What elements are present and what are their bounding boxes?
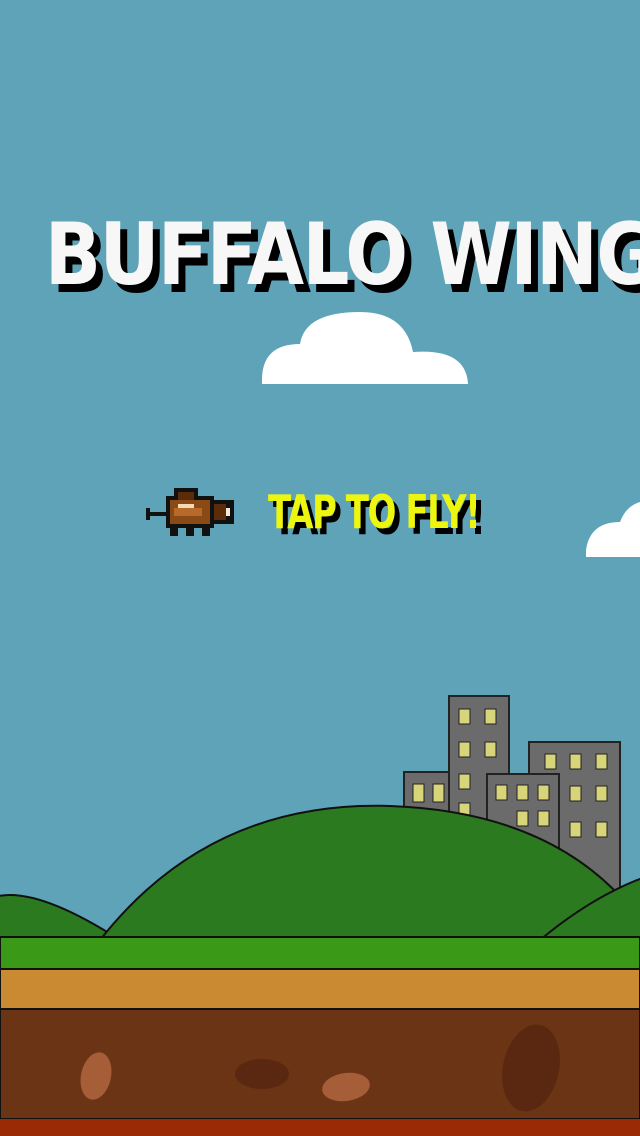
cloud-right	[586, 502, 640, 557]
tap-to-fly-prompt: TAP TO FLY! TAP TO FLY!	[268, 482, 498, 546]
game-background	[0, 312, 640, 1136]
tap-prompt-text: TAP TO FLY!	[268, 485, 481, 539]
game-screen[interactable]: BUFFALO WINGS BUFFALO WINGS TAP TO FLY! …	[0, 0, 640, 1136]
pixel-buffalo-icon[interactable]	[146, 484, 238, 540]
game-title: BUFFALO WINGS BUFFALO WINGS	[0, 200, 640, 313]
ground	[0, 936, 640, 1136]
game-title-text: BUFFALO WINGS	[44, 205, 640, 305]
cloud-large	[262, 312, 468, 384]
